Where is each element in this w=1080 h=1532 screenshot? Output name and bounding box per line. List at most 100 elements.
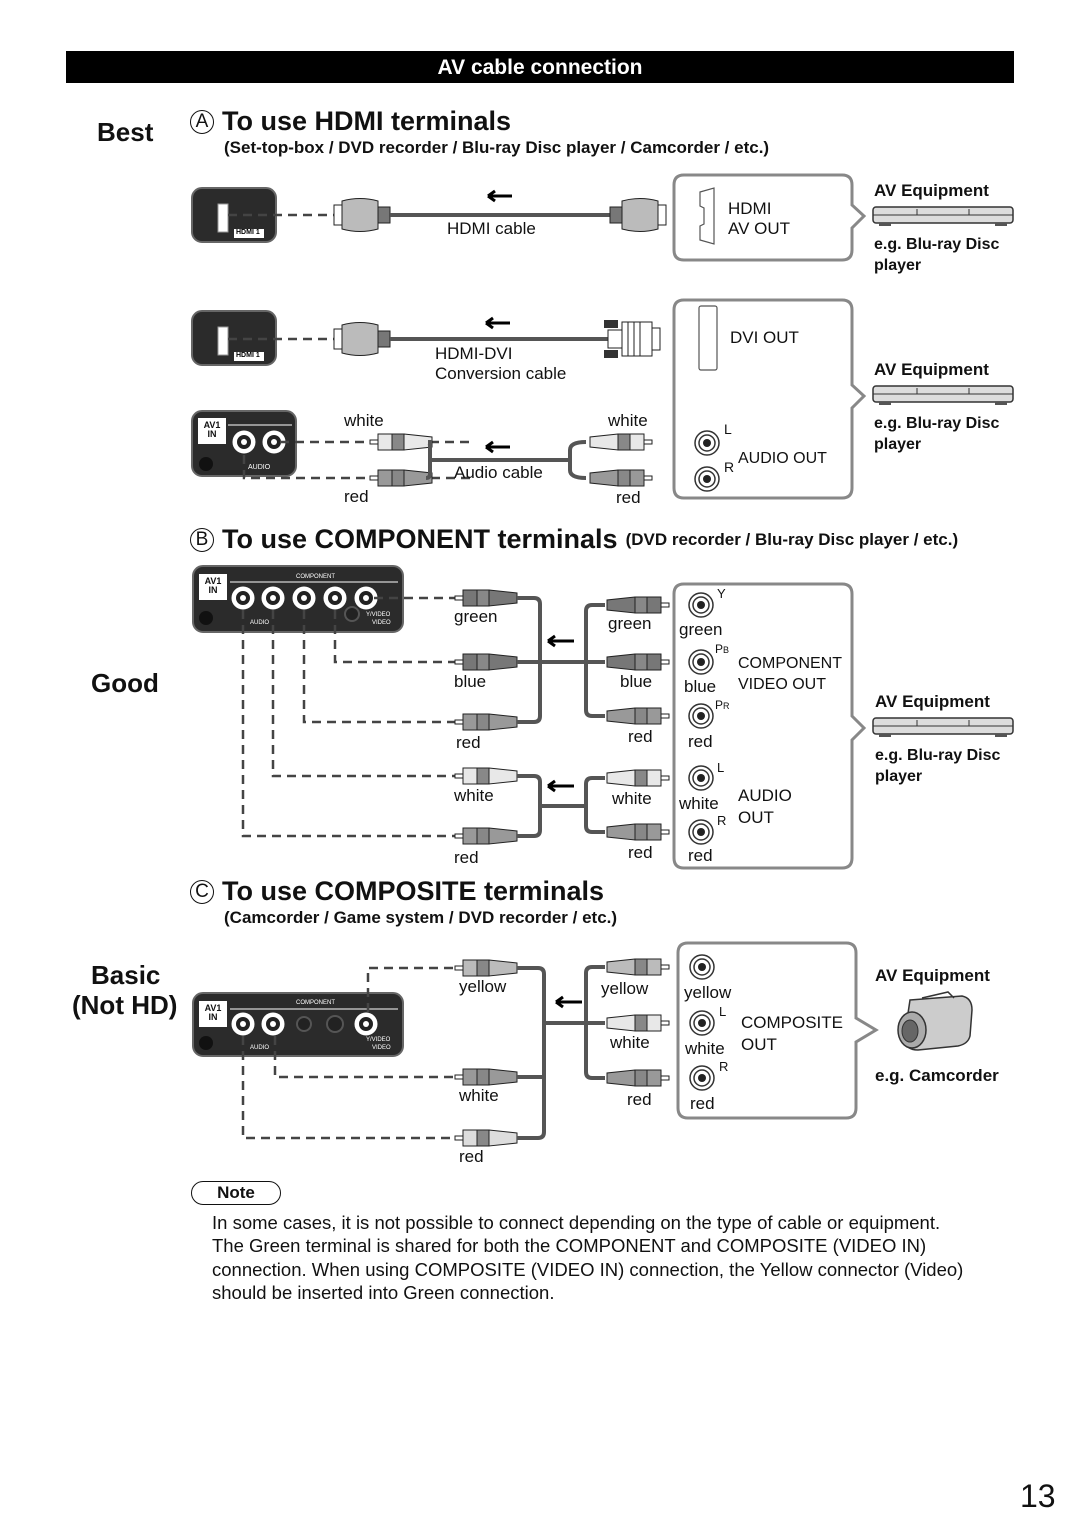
tv-yvideo-label: Y/VIDEO <box>366 612 391 618</box>
jack-color-label: yellow <box>684 983 732 1002</box>
hdmi-av-out-label: HDMI AV OUT <box>728 199 790 239</box>
jack-mark: L <box>719 1004 727 1019</box>
plug-red-left <box>369 469 433 487</box>
jack-audio-l <box>688 765 714 791</box>
jack-audio-l <box>689 1010 715 1036</box>
audio-cable-label: Audio cable <box>454 463 543 482</box>
jack-pr <box>688 703 714 729</box>
jack-color-label: red <box>690 1094 715 1113</box>
right-plug-label: white <box>612 789 652 808</box>
left-plug-label: blue <box>454 672 487 691</box>
av-equipment-label: AV Equipment <box>875 966 990 985</box>
arrow-left-icon <box>555 995 582 1009</box>
audio-out-line1: AUDIO <box>738 786 792 805</box>
jack-mark: R <box>717 813 727 828</box>
arrow-left-icon <box>485 440 510 454</box>
component-dashed-guides <box>241 596 460 838</box>
jack-color-label: white <box>685 1039 725 1058</box>
left-plug-label: red <box>456 733 481 752</box>
page-number: 13 <box>1020 1478 1056 1514</box>
tv-component-label: COMPONENT <box>296 1000 335 1006</box>
audio-out-line2: OUT <box>738 808 774 827</box>
hdmi-plug-left <box>333 198 391 232</box>
composite-out-line1: COMPOSITE <box>741 1013 844 1032</box>
hdmi-plug-dvi-cable <box>333 322 391 356</box>
composite-out-label: COMPOSITE OUT <box>741 1012 843 1056</box>
composite-cables <box>517 965 605 1140</box>
arrow-left-icon <box>547 779 574 793</box>
tv-audio-label: AUDIO <box>248 464 271 471</box>
note-text: In some cases, it is not possible to con… <box>212 1211 1022 1304</box>
left-plug-label: yellow <box>459 977 507 996</box>
right-plug-label: blue <box>620 672 653 691</box>
tv-video-label: VIDEO <box>372 620 391 626</box>
plug-red-right <box>589 469 653 487</box>
note-badge: Note <box>191 1181 281 1205</box>
hdmi-cable-label: HDMI cable <box>447 219 536 238</box>
audio-out-label: AUDIO OUT <box>738 450 827 467</box>
tv-port-label: HDMI 1 <box>236 229 260 236</box>
jack-audio-r <box>689 1065 715 1091</box>
plug-white-right <box>589 433 653 451</box>
tv-av-in-label: AV1 IN <box>202 1004 224 1022</box>
dvi-socket-icon <box>698 305 718 371</box>
composite-out-line2: OUT <box>741 1035 777 1054</box>
tv-yvideo-label: Y/VIDEO <box>366 1037 391 1043</box>
plug-color-red: red <box>344 487 369 506</box>
plug-color-white: white <box>608 411 648 430</box>
tv-component-label: COMPONENT <box>296 574 335 580</box>
tv-av-in-label: AV1 IN <box>202 577 224 595</box>
bluray-player-icon <box>872 206 1014 227</box>
tv-av-in-label: AV1 IN <box>201 421 223 439</box>
audio-out-jack-r <box>694 466 720 492</box>
note-paragraph: The Green terminal is shared for both th… <box>212 1235 964 1303</box>
av-equipment-label: AV Equipment <box>874 181 989 200</box>
equipment-example: e.g. Camcorder <box>875 1066 999 1085</box>
equipment-example-line1: e.g. Blu-ray Disc <box>874 415 1000 432</box>
jack-mark: Y <box>717 586 726 601</box>
equipment-example: e.g. Blu-ray Disc player <box>874 413 999 455</box>
equipment-example-line2: player <box>874 257 922 274</box>
note-paragraph: In some cases, it is not possible to con… <box>212 1212 941 1233</box>
tv-audio-label: AUDIO <box>250 1045 270 1051</box>
bluray-player-icon <box>872 385 1014 406</box>
hdmi-out-line1: HDMI <box>728 199 772 218</box>
hdmi-plug-right <box>609 198 667 232</box>
jack-mark-l: L <box>724 421 732 437</box>
jack-color-label: white <box>679 794 719 813</box>
arrow-left-icon <box>547 634 574 648</box>
left-plug-label: white <box>454 786 494 805</box>
jack-mark-r: R <box>724 459 735 475</box>
av-equipment-label: AV Equipment <box>874 360 989 379</box>
left-plug-label: red <box>459 1147 484 1166</box>
right-plug-label: green <box>608 614 652 633</box>
audio-out-jack-l <box>694 430 720 456</box>
dvi-out-label: DVI OUT <box>730 328 799 347</box>
equipment-example: e.g. Blu-ray Disc player <box>875 745 1000 787</box>
jack-mark: PB <box>715 642 730 656</box>
component-video-out-label: COMPONENT VIDEO OUT <box>738 653 842 695</box>
component-out-line2: VIDEO OUT <box>738 676 827 693</box>
jack-audio-r <box>688 819 714 845</box>
equipment-example: e.g. Blu-ray Disc player <box>874 234 999 276</box>
dvi-cable-line2: Conversion cable <box>435 364 567 383</box>
av-in-line2: IN <box>208 1012 218 1022</box>
component-out-line1: COMPONENT <box>738 655 842 672</box>
left-plug-label: red <box>454 848 479 867</box>
right-plug-label: white <box>610 1033 650 1052</box>
right-plug-label: yellow <box>601 979 649 998</box>
dvi-cable-line1: HDMI-DVI <box>435 344 513 363</box>
right-plug-label: red <box>628 843 653 862</box>
left-plug-label: green <box>454 607 498 626</box>
jack-mark: PR <box>715 698 730 712</box>
tv-video-label: VIDEO <box>372 1045 391 1051</box>
equipment-example-line1: e.g. Blu-ray Disc <box>875 747 1001 764</box>
jack-y <box>688 592 714 618</box>
jack-pb <box>688 649 714 675</box>
hdmi-dvi-cable-label: HDMI-DVI Conversion cable <box>435 344 566 384</box>
jack-color-label: red <box>688 732 713 751</box>
plug-white-left <box>369 433 433 451</box>
right-plug-label: red <box>628 727 653 746</box>
jack-color-label: blue <box>684 677 717 696</box>
plug-color-white: white <box>344 411 384 430</box>
